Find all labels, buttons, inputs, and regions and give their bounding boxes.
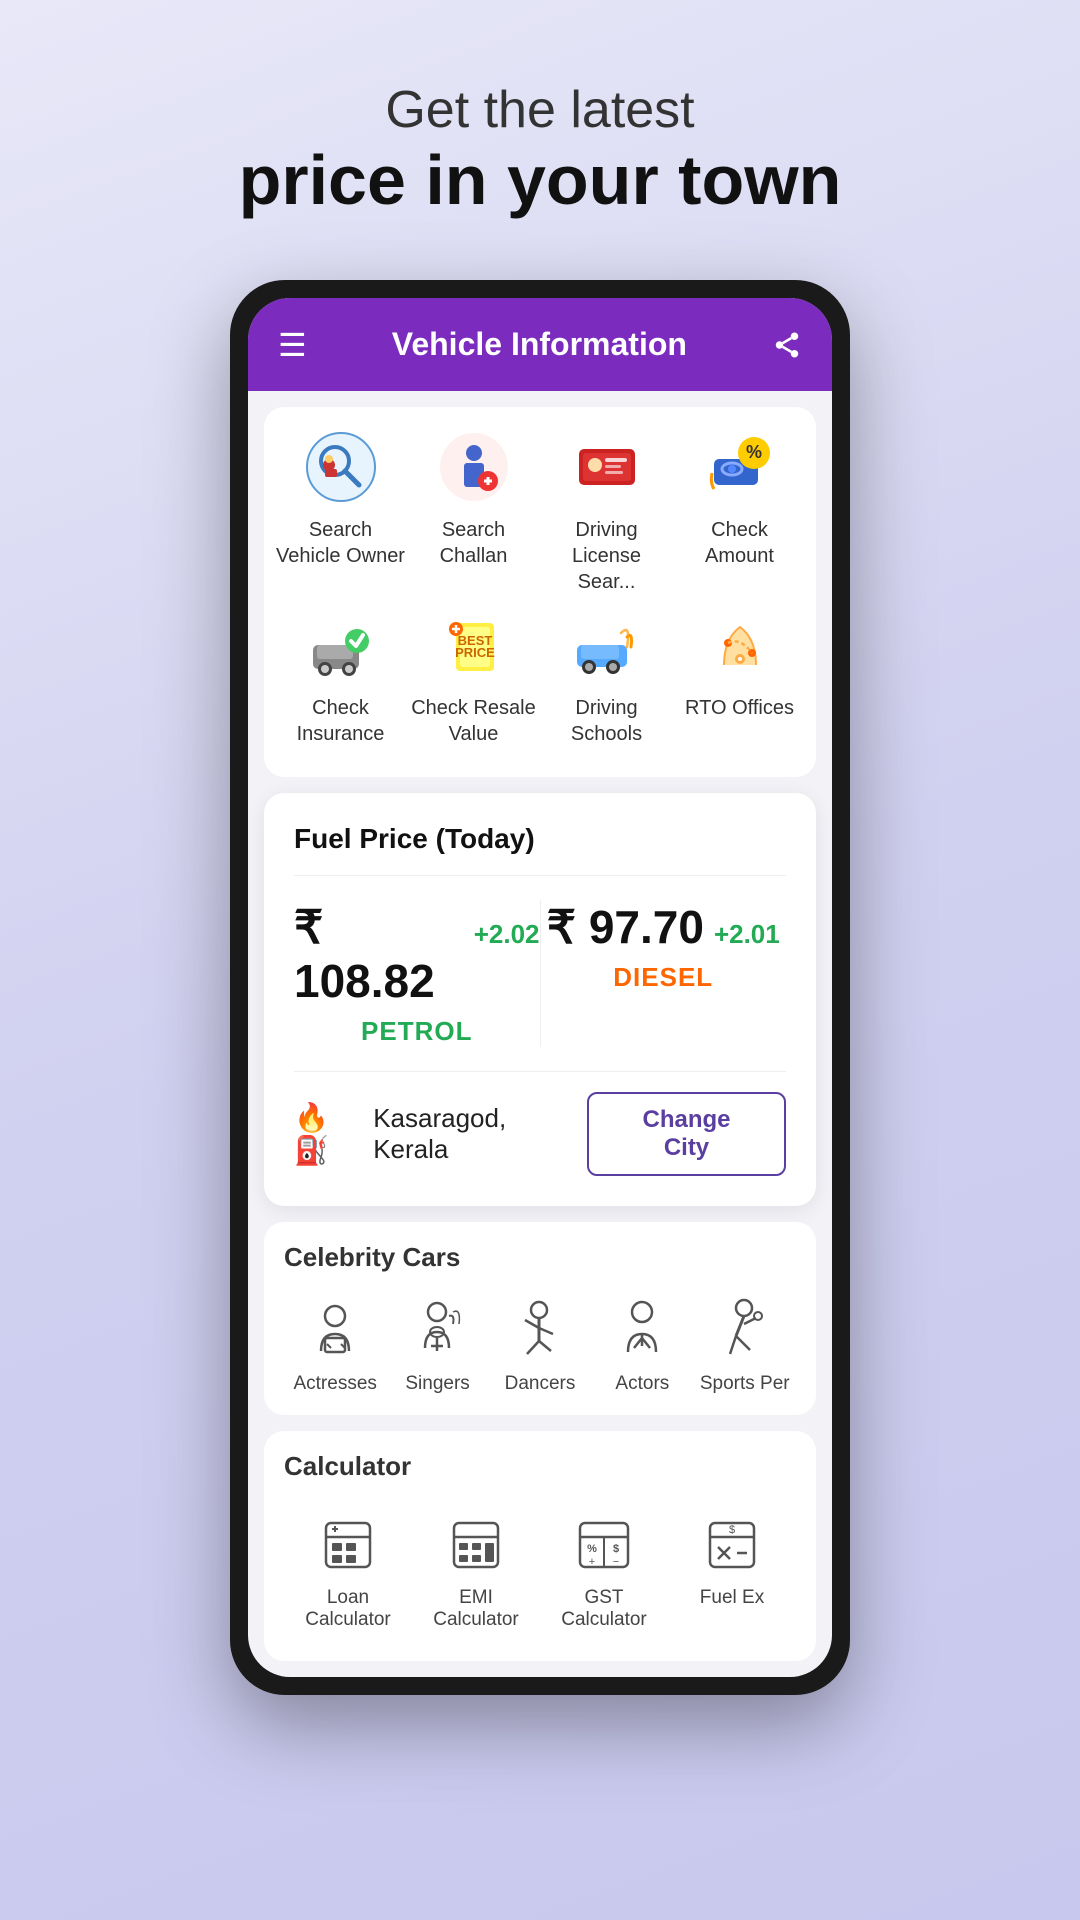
actresses-item[interactable]: Actresses: [285, 1293, 385, 1395]
fuel-ex-icon: $: [700, 1512, 765, 1577]
diesel-change: +2.01: [714, 919, 780, 950]
driving-license-label: Driving License Sear...: [542, 517, 672, 595]
dancers-label: Dancers: [505, 1373, 576, 1395]
driving-schools-icon: [567, 605, 647, 685]
rto-offices-label: RTO Offices: [685, 695, 794, 721]
dancers-icon: [505, 1293, 575, 1363]
singers-icon: [403, 1293, 473, 1363]
grid-row-1: Search Vehicle Owner Sear: [274, 427, 806, 595]
svg-text:%: %: [587, 1543, 597, 1555]
svg-text:PRICE: PRICE: [455, 645, 495, 660]
sports-persons-item[interactable]: Sports Per: [695, 1293, 795, 1395]
vehicle-services-grid: Search Vehicle Owner Sear: [264, 407, 816, 777]
emi-calculator-item[interactable]: EMI Calculator: [416, 1512, 536, 1631]
petrol-price: ₹ 108.82: [294, 900, 464, 1008]
grid-row-2: Check Insurance BEST PRICE: [274, 605, 806, 747]
driving-license-item[interactable]: Driving License Sear...: [542, 427, 672, 595]
app-title: Vehicle Information: [392, 326, 687, 363]
check-insurance-item[interactable]: Check Insurance: [276, 605, 406, 747]
sports-persons-icon: [710, 1293, 780, 1363]
check-resale-label: Check Resale Value: [409, 695, 539, 747]
headline-section: Get the latest price in your town: [239, 80, 842, 220]
phone-frame: ☰ Vehicle Information: [230, 280, 850, 1695]
share-icon[interactable]: [772, 330, 802, 360]
loan-calculator-icon: [316, 1512, 381, 1577]
dancers-item[interactable]: Dancers: [490, 1293, 590, 1395]
diesel-price: ₹ 97.70: [547, 900, 704, 954]
calculator-section-title: Calculator: [284, 1451, 796, 1482]
search-vehicle-icon: [301, 427, 381, 507]
check-resale-item[interactable]: BEST PRICE Check Resale Value: [409, 605, 539, 747]
loan-calculator-label: Loan Calculator: [288, 1587, 408, 1631]
svg-text:$: $: [729, 1524, 735, 1536]
change-city-button[interactable]: Change City: [587, 1092, 786, 1176]
emi-calculator-icon: [444, 1512, 509, 1577]
actors-label: Actors: [615, 1373, 669, 1395]
svg-text:+: +: [589, 1556, 595, 1568]
gst-calculator-item[interactable]: % $ + − GST Calculator: [544, 1512, 664, 1631]
search-challan-item[interactable]: Search Challan: [409, 427, 539, 595]
search-vehicle-label: Search Vehicle Owner: [276, 517, 406, 569]
fuel-pump-icon: 🔥⛽: [294, 1101, 363, 1167]
celebrity-row: Actresses: [284, 1293, 796, 1395]
fuel-card-title: Fuel Price (Today): [294, 823, 786, 855]
singers-item[interactable]: Singers: [388, 1293, 488, 1395]
gst-calculator-icon: % $ + −: [572, 1512, 637, 1577]
diesel-label: DIESEL: [613, 962, 713, 993]
svg-text:−: −: [613, 1556, 619, 1568]
emi-calculator-label: EMI Calculator: [416, 1587, 536, 1631]
phone-screen: ☰ Vehicle Information: [248, 298, 832, 1677]
check-insurance-icon: [301, 605, 381, 685]
driving-schools-item[interactable]: Driving Schools: [542, 605, 672, 747]
city-name-text: Kasaragod, Kerala: [373, 1103, 587, 1165]
check-amount-icon: %: [700, 427, 780, 507]
svg-text:%: %: [745, 442, 761, 462]
check-resale-icon: BEST PRICE: [434, 605, 514, 685]
rto-offices-icon: [700, 605, 780, 685]
check-amount-label: Check Amount: [675, 517, 805, 569]
actresses-label: Actresses: [293, 1373, 376, 1395]
app-header: ☰ Vehicle Information: [248, 298, 832, 391]
singers-label: Singers: [405, 1373, 469, 1395]
driving-schools-label: Driving Schools: [542, 695, 672, 747]
search-challan-icon: [434, 427, 514, 507]
petrol-price-item: ₹ 108.82 +2.02 PETROL: [294, 900, 541, 1047]
gst-calculator-label: GST Calculator: [544, 1587, 664, 1631]
calculator-section: Calculator: [264, 1431, 816, 1661]
petrol-change: +2.02: [474, 919, 540, 950]
fuel-ex-item[interactable]: $ Fuel Ex: [672, 1512, 792, 1631]
petrol-price-row: ₹ 108.82 +2.02: [294, 900, 540, 1008]
actors-item[interactable]: Actors: [592, 1293, 692, 1395]
driving-license-icon: [567, 427, 647, 507]
diesel-price-item: ₹ 97.70 +2.01 DIESEL: [541, 900, 787, 1047]
fuel-price-card: Fuel Price (Today) ₹ 108.82 +2.02 PETROL…: [264, 793, 816, 1206]
check-insurance-label: Check Insurance: [276, 695, 406, 747]
headline-subtitle: Get the latest: [239, 80, 842, 140]
svg-text:$: $: [613, 1543, 619, 1555]
city-name-container: 🔥⛽ Kasaragod, Kerala: [294, 1101, 587, 1167]
headline-title: price in your town: [239, 140, 842, 220]
fuel-prices-container: ₹ 108.82 +2.02 PETROL ₹ 97.70 +2.01 DIES…: [294, 875, 786, 1072]
loan-calculator-item[interactable]: Loan Calculator: [288, 1512, 408, 1631]
actors-icon: [607, 1293, 677, 1363]
fuel-ex-label: Fuel Ex: [700, 1587, 764, 1609]
rto-offices-item[interactable]: RTO Offices: [675, 605, 805, 747]
petrol-label: PETROL: [361, 1016, 472, 1047]
celebrity-cars-section: Celebrity Cars Actresses: [264, 1222, 816, 1415]
search-challan-label: Search Challan: [409, 517, 539, 569]
sports-persons-label: Sports Per: [700, 1373, 790, 1395]
check-amount-item[interactable]: % Check Amount: [675, 427, 805, 595]
calculator-row: Loan Calculator: [284, 1502, 796, 1641]
hamburger-icon[interactable]: ☰: [278, 329, 307, 361]
city-row: 🔥⛽ Kasaragod, Kerala Change City: [294, 1092, 786, 1176]
actresses-icon: [300, 1293, 370, 1363]
celebrity-cars-title: Celebrity Cars: [284, 1242, 796, 1273]
search-vehicle-owner-item[interactable]: Search Vehicle Owner: [276, 427, 406, 595]
diesel-price-row: ₹ 97.70 +2.01: [547, 900, 780, 954]
